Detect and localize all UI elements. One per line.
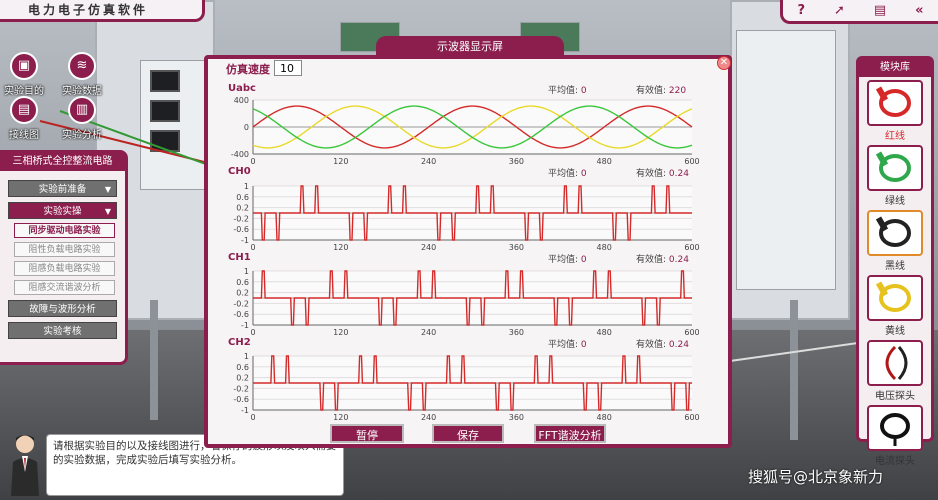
channel-label: CH2 — [228, 337, 251, 348]
x-tick-label: 120 — [333, 413, 348, 422]
y-tick-label: -0.6 — [233, 395, 249, 404]
x-tick-label: 0 — [250, 243, 255, 252]
avg-stat: 平均值: 0 — [548, 255, 587, 265]
avg-stat: 平均值: 0 — [548, 169, 587, 179]
x-tick-label: 240 — [421, 328, 436, 337]
x-tick-label: 240 — [421, 243, 436, 252]
y-tick-label: 400 — [234, 96, 249, 105]
x-tick-label: 120 — [333, 157, 348, 166]
x-tick-label: 480 — [597, 328, 612, 337]
x-tick-label: 240 — [421, 413, 436, 422]
x-tick-label: 480 — [597, 157, 612, 166]
x-tick-label: 600 — [684, 328, 699, 337]
y-tick-label: 1 — [244, 352, 249, 361]
x-tick-label: 0 — [250, 328, 255, 337]
x-tick-label: 480 — [597, 413, 612, 422]
rms-stat: 有效值: 0.24 — [636, 255, 689, 265]
y-tick-label: -0.6 — [233, 310, 249, 319]
y-tick-label: -0.6 — [233, 225, 249, 234]
y-tick-label: 0.6 — [236, 278, 249, 287]
channel-label: CH0 — [228, 166, 251, 177]
y-tick-label: 0 — [244, 123, 249, 132]
y-tick-label: -0.2 — [233, 384, 249, 393]
y-tick-label: 1 — [244, 182, 249, 191]
rms-stat: 有效值: 220 — [636, 86, 687, 96]
avg-stat: 平均值: 0 — [548, 340, 587, 350]
x-tick-label: 600 — [684, 157, 699, 166]
y-tick-label: 0.2 — [236, 289, 249, 298]
x-tick-label: 0 — [250, 413, 255, 422]
y-tick-label: 0.2 — [236, 204, 249, 213]
x-tick-label: 600 — [684, 413, 699, 422]
x-tick-label: 240 — [421, 157, 436, 166]
x-tick-label: 600 — [684, 243, 699, 252]
y-tick-label: 0.2 — [236, 374, 249, 383]
x-tick-label: 360 — [509, 243, 524, 252]
x-tick-label: 360 — [509, 157, 524, 166]
y-tick-label: -1 — [241, 321, 249, 330]
x-tick-label: 360 — [509, 328, 524, 337]
fft-button[interactable]: FFT谐波分析 — [534, 424, 606, 443]
rms-stat: 有效值: 0.24 — [636, 169, 689, 179]
rms-stat: 有效值: 0.24 — [636, 340, 689, 350]
y-tick-label: 1 — [244, 267, 249, 276]
pause-button[interactable]: 暂停 — [330, 424, 404, 443]
avg-stat: 平均值: 0 — [548, 86, 587, 96]
channel-label: Uabc — [228, 83, 256, 94]
y-tick-label: 0.6 — [236, 363, 249, 372]
channel-label: CH1 — [228, 252, 251, 263]
x-tick-label: 120 — [333, 243, 348, 252]
x-tick-label: 480 — [597, 243, 612, 252]
y-tick-label: -1 — [241, 236, 249, 245]
y-tick-label: -0.2 — [233, 214, 249, 223]
y-tick-label: -400 — [231, 150, 249, 159]
x-tick-label: 120 — [333, 328, 348, 337]
x-tick-label: 360 — [509, 413, 524, 422]
x-tick-label: 0 — [250, 157, 255, 166]
watermark: 搜狐号@北京象新力 — [748, 468, 884, 486]
y-tick-label: -1 — [241, 406, 249, 415]
y-tick-label: 0.6 — [236, 193, 249, 202]
save-button[interactable]: 保存 — [432, 424, 504, 443]
y-tick-label: -0.2 — [233, 299, 249, 308]
